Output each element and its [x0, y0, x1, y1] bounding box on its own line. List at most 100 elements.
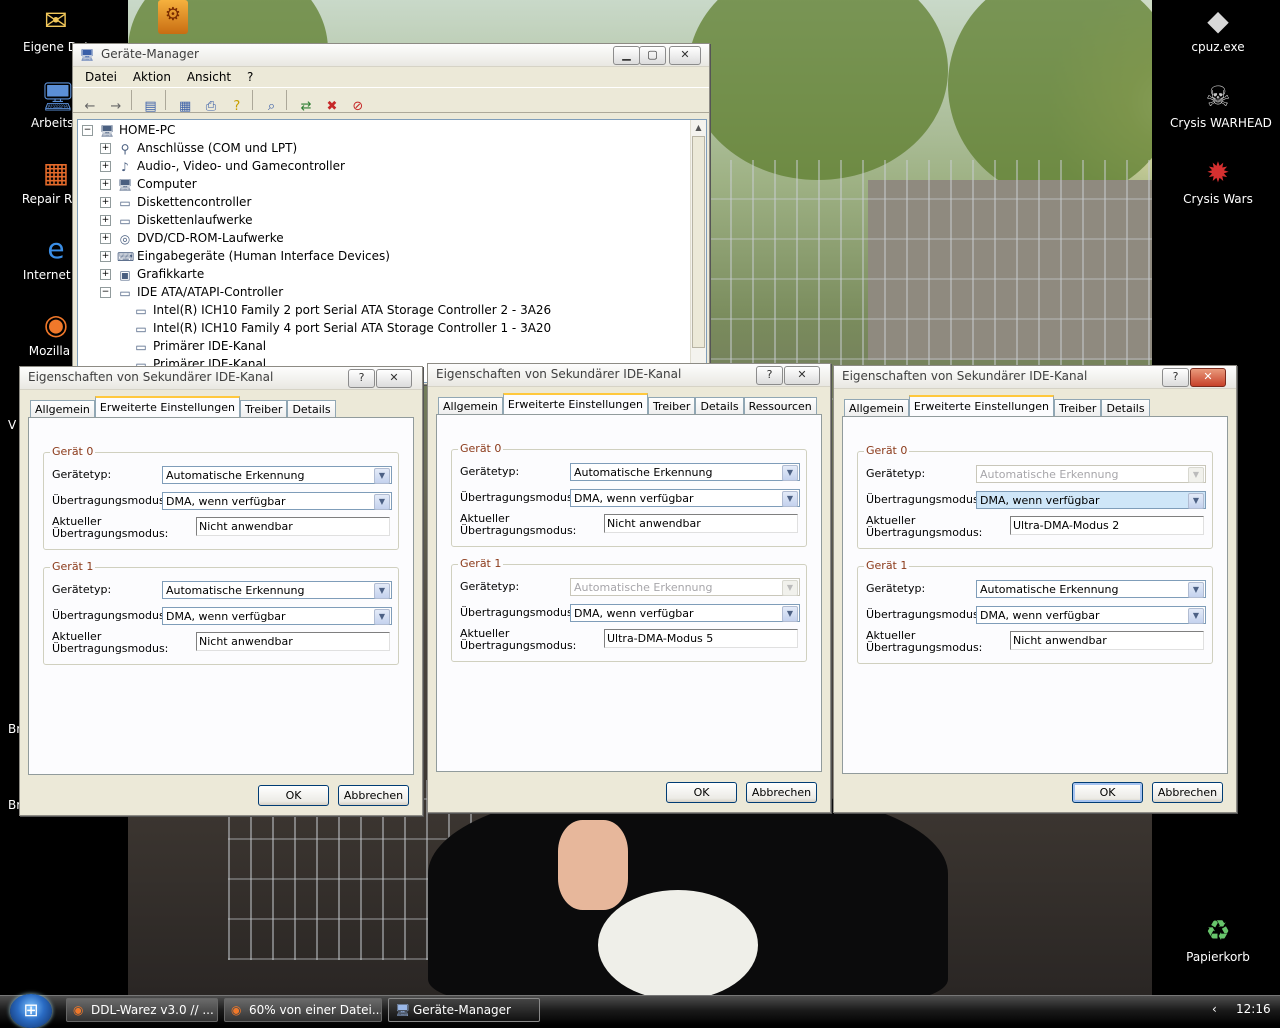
- tree-item[interactable]: + ⌨ Eingabegeräte (Human Interface Devices…: [100, 247, 390, 265]
- wallpaper-hand: [558, 820, 628, 910]
- desktop-icon[interactable]: ☠ Crysis WARHEAD: [1170, 81, 1272, 131]
- expand-toggle[interactable]: +: [100, 233, 111, 244]
- help-button[interactable]: ?: [756, 366, 783, 385]
- chevron-down-icon[interactable]: ▼: [1188, 582, 1204, 598]
- chevron-down-icon[interactable]: ▼: [1188, 493, 1204, 509]
- scroll-up-arrow[interactable]: ▲: [691, 120, 706, 135]
- uninstall-icon[interactable]: ✖: [321, 97, 343, 117]
- ok-button[interactable]: OK: [258, 785, 329, 806]
- chevron-down-icon[interactable]: ▼: [374, 583, 390, 599]
- expand-toggle[interactable]: +: [100, 161, 111, 172]
- tab-1[interactable]: Erweiterte Einstellungen: [908, 395, 1054, 418]
- taskbar-task[interactable]: ◉ 60% von einer Datei...: [224, 998, 382, 1022]
- chevron-down-icon[interactable]: ▼: [374, 468, 390, 484]
- expand-toggle[interactable]: +: [100, 143, 111, 154]
- tab-1[interactable]: Erweiterte Einstellungen: [502, 393, 648, 416]
- transfer-mode-select[interactable]: DMA, wenn verfügbar ▼: [976, 491, 1206, 509]
- cancel-button[interactable]: Abbrechen: [746, 782, 817, 803]
- tree-item[interactable]: + 🖥 Computer: [100, 175, 197, 193]
- dialog-titlebar[interactable]: Eigenschaften von Sekundärer IDE-Kanal? ✕: [20, 367, 422, 390]
- chevron-down-icon[interactable]: ▼: [374, 609, 390, 625]
- start-button[interactable]: ⊞: [10, 994, 52, 1028]
- device-manager-titlebar[interactable]: 🖥 Geräte-Manager ▁ ▢ ✕: [73, 44, 709, 67]
- expand-toggle[interactable]: +: [100, 215, 111, 226]
- desktop-icon[interactable]: ✹ Crysis Wars: [1170, 157, 1266, 207]
- desktop-icon[interactable]: ♻ Papierkorb: [1170, 915, 1266, 965]
- close-button[interactable]: ✕: [376, 369, 412, 388]
- tree-item[interactable]: ▭ Intel(R) ICH10 Family 2 port Serial ATA…: [118, 301, 551, 319]
- update-driver-icon[interactable]: ⇄: [295, 97, 317, 117]
- close-button[interactable]: ✕: [1190, 368, 1226, 387]
- back-arrow-icon[interactable]: ←: [79, 97, 101, 117]
- chevron-down-icon[interactable]: ▼: [1188, 608, 1204, 624]
- expand-toggle[interactable]: +: [100, 251, 111, 262]
- minimize-button[interactable]: ▁: [613, 46, 640, 65]
- scroll-thumb[interactable]: [692, 136, 705, 348]
- tree-item[interactable]: + ◎ DVD/CD-ROM-Laufwerke: [100, 229, 284, 247]
- close-button[interactable]: ✕: [784, 366, 820, 385]
- expand-toggle[interactable]: +: [100, 269, 111, 280]
- desktop-icon-label[interactable]: V: [8, 418, 16, 432]
- device-type-select[interactable]: Automatische Erkennung ▼: [162, 466, 392, 484]
- help-icon[interactable]: ?: [226, 97, 248, 117]
- menu-help[interactable]: ?: [241, 67, 259, 87]
- device-type-select[interactable]: Automatische Erkennung ▼: [570, 463, 800, 481]
- dialog-titlebar[interactable]: Eigenschaften von Sekundärer IDE-Kanal? ✕: [834, 366, 1236, 389]
- transfer-mode-select[interactable]: DMA, wenn verfügbar ▼: [570, 489, 800, 507]
- cancel-button[interactable]: Abbrechen: [338, 785, 409, 806]
- menu-ansicht[interactable]: Ansicht: [181, 67, 237, 87]
- chevron-down-icon[interactable]: ▼: [782, 606, 798, 622]
- show-hide-tree-icon[interactable]: ▤: [139, 97, 161, 117]
- tree-root[interactable]: − 🖥 HOME-PC: [82, 121, 175, 139]
- collapse-toggle[interactable]: −: [82, 125, 93, 136]
- ok-button[interactable]: OK: [1072, 782, 1143, 803]
- tree-item-label: Audio-, Video- und Gamecontroller: [137, 159, 345, 173]
- cancel-button[interactable]: Abbrechen: [1152, 782, 1223, 803]
- device-type-select[interactable]: Automatische Erkennung ▼: [162, 581, 392, 599]
- taskbar-task[interactable]: ◉ DDL-Warez v3.0 // ...: [66, 998, 218, 1022]
- transfer-mode-select[interactable]: DMA, wenn verfügbar ▼: [976, 606, 1206, 624]
- forward-arrow-icon[interactable]: →: [105, 97, 127, 117]
- tab-strip: Allgemein Erweiterte Einstellungen Treiber…: [30, 396, 336, 419]
- scan-hardware-icon[interactable]: ⌕: [260, 97, 282, 117]
- collapse-toggle[interactable]: −: [100, 287, 111, 298]
- properties-icon[interactable]: ▦: [174, 97, 196, 117]
- transfer-mode-select[interactable]: DMA, wenn verfügbar ▼: [162, 607, 392, 625]
- tree-item[interactable]: − ▭ IDE ATA/ATAPI-Controller: [100, 283, 283, 301]
- tree-scrollbar[interactable]: ▲: [690, 120, 706, 382]
- chevron-down-icon[interactable]: ▼: [374, 494, 390, 510]
- help-button[interactable]: ?: [1162, 368, 1189, 387]
- tree-item-label: Eingabegeräte (Human Interface Devices): [137, 249, 390, 263]
- help-button[interactable]: ?: [348, 369, 375, 388]
- transfer-mode-select[interactable]: DMA, wenn verfügbar ▼: [162, 492, 392, 510]
- tree-item[interactable]: + ⚲ Anschlüsse (COM und LPT): [100, 139, 297, 157]
- close-button[interactable]: ✕: [669, 46, 701, 65]
- gear-icon[interactable]: ⚙: [158, 0, 188, 34]
- tray-expand-icon[interactable]: ‹: [1212, 1002, 1217, 1016]
- tree-item[interactable]: + ▣ Grafikkarte: [100, 265, 204, 283]
- expand-toggle[interactable]: +: [100, 179, 111, 190]
- toolbar: ← → ▤ ▦ ⎙ ? ⌕ ⇄ ✖ ⊘: [73, 87, 709, 114]
- current-mode-label: Aktueller Übertragungsmodus:: [866, 515, 982, 539]
- chevron-down-icon[interactable]: ▼: [782, 491, 798, 507]
- taskbar-task[interactable]: 🖥 Geräte-Manager: [388, 998, 540, 1022]
- tab-1[interactable]: Erweiterte Einstellungen: [94, 396, 240, 419]
- desktop-icon[interactable]: ◆ cpuz.exe: [1170, 5, 1266, 55]
- print-icon[interactable]: ⎙: [200, 97, 222, 117]
- disable-icon[interactable]: ⊘: [347, 97, 369, 117]
- menu-datei[interactable]: Datei: [79, 67, 123, 87]
- transfer-mode-select[interactable]: DMA, wenn verfügbar ▼: [570, 604, 800, 622]
- maximize-button[interactable]: ▢: [639, 46, 666, 65]
- tree-item[interactable]: ▭ Intel(R) ICH10 Family 4 port Serial ATA…: [118, 319, 551, 337]
- tree-item[interactable]: + ♪ Audio-, Video- und Gamecontroller: [100, 157, 345, 175]
- device-type-select[interactable]: Automatische Erkennung ▼: [976, 580, 1206, 598]
- tree-item[interactable]: ▭ Primärer IDE-Kanal: [118, 337, 266, 355]
- tree-item[interactable]: + ▭ Diskettencontroller: [100, 193, 251, 211]
- chevron-down-icon[interactable]: ▼: [782, 465, 798, 481]
- dialog-titlebar[interactable]: Eigenschaften von Sekundärer IDE-Kanal? ✕: [428, 364, 830, 387]
- tree-item[interactable]: + ▭ Diskettenlaufwerke: [100, 211, 252, 229]
- expand-toggle[interactable]: +: [100, 197, 111, 208]
- menu-aktion[interactable]: Aktion: [127, 67, 177, 87]
- ok-button[interactable]: OK: [666, 782, 737, 803]
- clock[interactable]: 12:16: [1236, 1002, 1271, 1016]
